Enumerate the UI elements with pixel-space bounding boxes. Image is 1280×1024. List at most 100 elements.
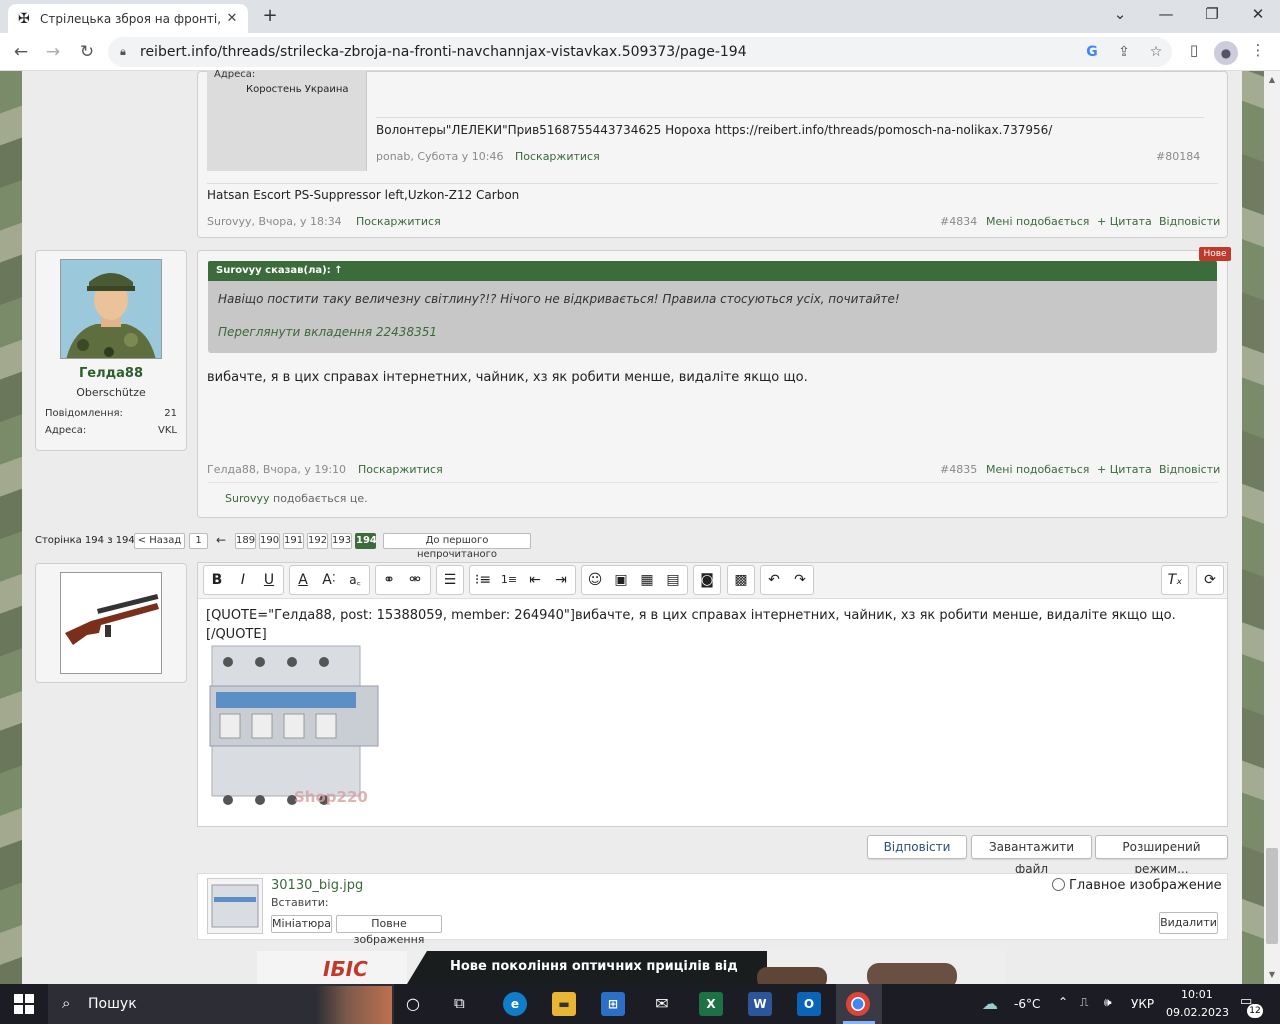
quote-header[interactable]: Surovyy сказав(ла): ↑ xyxy=(208,261,1217,281)
scroll-up-icon[interactable]: ▲ xyxy=(1264,72,1280,88)
user-avatar[interactable] xyxy=(60,259,162,359)
side-panel-icon[interactable]: ▯ xyxy=(1180,41,1208,65)
windows-start-icon[interactable] xyxy=(14,994,34,1014)
insert-full-image-button[interactable]: Повне зображення xyxy=(336,915,442,946)
prev-quote-link[interactable]: + Цитата xyxy=(1097,215,1152,228)
word-icon[interactable]: W xyxy=(748,992,772,1016)
outlook-icon[interactable]: O xyxy=(797,992,821,1016)
delete-attachment-button[interactable]: Видалити xyxy=(1159,912,1218,934)
prev-post-number[interactable]: #4834 xyxy=(940,215,977,228)
menu-dots-icon[interactable]: ⋮ xyxy=(1244,41,1272,65)
indent-icon[interactable]: ⇥ xyxy=(548,566,574,594)
align-left-icon[interactable]: ☰ xyxy=(437,566,463,594)
tab-search-icon[interactable]: ⌄ xyxy=(1100,4,1140,26)
bullet-list-icon[interactable]: ⁝≡ xyxy=(470,566,496,594)
image-icon[interactable]: ▣ xyxy=(608,566,634,594)
task-view-icon[interactable]: ⧉ xyxy=(454,994,465,1012)
tray-chevron-icon[interactable]: ⌃ xyxy=(1058,995,1068,1009)
prev-like-link[interactable]: Мені подобається xyxy=(986,215,1089,228)
reply-link[interactable]: Відповісти xyxy=(1159,463,1220,476)
minimize-button[interactable]: — xyxy=(1146,4,1186,26)
user-name[interactable]: Гелда88 xyxy=(35,366,187,381)
browser-tab[interactable]: ✠ Стрілецька зброя на фронті, на ✕ xyxy=(8,4,248,33)
weather-cloud-icon[interactable]: ☁ xyxy=(982,994,998,1013)
prev-post-author[interactable]: Surovyy, Вчора, у 18:34 xyxy=(207,215,342,228)
maximize-button[interactable]: ❐ xyxy=(1192,4,1232,26)
scrollbar-thumb[interactable] xyxy=(1266,848,1278,944)
page-194-current[interactable]: 194 xyxy=(355,533,377,549)
italic-icon[interactable]: I xyxy=(230,566,256,594)
quote-link[interactable]: + Цитата xyxy=(1097,463,1152,476)
language-indicator[interactable]: УКР xyxy=(1131,997,1154,1011)
camera-icon[interactable]: ◙ xyxy=(694,566,720,594)
smiley-icon[interactable]: ☺ xyxy=(582,566,608,594)
advanced-mode-button[interactable]: Розширений режим... xyxy=(1095,835,1228,876)
mail-icon[interactable]: ✉ xyxy=(650,992,674,1016)
new-tab-button[interactable]: + xyxy=(258,6,282,28)
outdent-icon[interactable]: ⇤ xyxy=(522,566,548,594)
link-icon[interactable]: ⚭ xyxy=(376,566,402,594)
bookmark-star-icon[interactable]: ☆ xyxy=(1140,44,1172,60)
toggle-bbcode-icon[interactable]: ⟳ xyxy=(1197,566,1223,594)
bold-icon[interactable]: B xyxy=(204,566,230,594)
clear-formatting-icon[interactable]: Tₓ xyxy=(1162,566,1188,594)
page-192-button[interactable]: 192 xyxy=(307,533,328,549)
signature-text[interactable]: Волонтеры"ЛЕЛЕКИ"Прив5168755443734625 Но… xyxy=(376,123,1052,137)
edge-icon[interactable]: e xyxy=(503,992,527,1016)
nested-post-number[interactable]: #80184 xyxy=(1156,150,1200,163)
like-link[interactable]: Мені подобається xyxy=(986,463,1089,476)
close-window-button[interactable]: ✕ xyxy=(1238,4,1278,26)
editor-text-line1[interactable]: [QUOTE="Гелда88, post: 15388059, member:… xyxy=(206,608,1216,623)
underline-icon[interactable]: U xyxy=(256,566,282,594)
attachment-filename[interactable]: 30130_big.jpg xyxy=(271,878,363,893)
page-189-button[interactable]: 189 xyxy=(235,533,256,549)
clock-time[interactable]: 10:01 xyxy=(1181,988,1213,1001)
scroll-down-icon[interactable]: ▼ xyxy=(1264,967,1280,983)
profile-avatar-icon[interactable]: ● xyxy=(1214,41,1238,65)
page-jump-icon[interactable]: ← xyxy=(216,533,226,547)
close-tab-icon[interactable]: ✕ xyxy=(224,11,240,26)
url-text[interactable]: reibert.info/threads/strilecka-zbroja-na… xyxy=(140,44,1076,60)
address-bar[interactable]: 🔒︎ reibert.info/threads/strilecka-zbroja… xyxy=(108,37,1172,67)
file-explorer-icon[interactable]: ▬ xyxy=(552,992,576,1016)
ad-banner[interactable]: ІБІС Нове покоління оптичних прицілів ві… xyxy=(257,951,1007,984)
page-190-button[interactable]: 190 xyxy=(259,533,280,549)
code-icon[interactable]: ▤ xyxy=(660,566,686,594)
forward-arrow-icon[interactable]: → xyxy=(40,40,66,64)
editor-text-line2[interactable]: [/QUOTE] xyxy=(206,627,267,642)
store-icon[interactable]: ⊞ xyxy=(601,992,625,1016)
prev-page-button[interactable]: < Назад xyxy=(134,533,185,549)
insert-thumbnail-button[interactable]: Мініатюра xyxy=(271,915,332,933)
attachment-thumbnail[interactable] xyxy=(207,878,263,934)
excel-icon[interactable]: X xyxy=(699,992,723,1016)
prev-reply-link[interactable]: Відповісти xyxy=(1159,215,1220,228)
nested-post-author[interactable]: ponab, Субота у 10:46 xyxy=(376,150,503,163)
post-number[interactable]: #4835 xyxy=(940,463,977,476)
first-unread-button[interactable]: До першого непрочитаного xyxy=(383,533,531,560)
upload-file-button[interactable]: Завантажити файл xyxy=(971,835,1092,876)
nested-report-link[interactable]: Поскаржитися xyxy=(515,150,600,163)
chrome-icon[interactable] xyxy=(846,992,870,1016)
volume-icon[interactable]: 🕪︎ xyxy=(1104,995,1112,1010)
my-avatar[interactable] xyxy=(60,572,162,674)
post-author-date[interactable]: Гелда88, Вчора, у 19:10 xyxy=(207,463,346,476)
share-icon[interactable]: ⇪ xyxy=(1108,44,1140,60)
cortana-icon[interactable]: ○ xyxy=(406,994,420,1013)
media-icon[interactable]: ▦ xyxy=(634,566,660,594)
reload-icon[interactable]: ↻ xyxy=(74,40,100,64)
report-link[interactable]: Поскаржитися xyxy=(358,463,443,476)
font-color-icon[interactable]: A xyxy=(290,566,316,594)
font-size-icon[interactable]: A˸ xyxy=(316,566,342,594)
likes-user-link[interactable]: Surovyy xyxy=(225,492,270,505)
save-draft-icon[interactable]: ▩ xyxy=(728,566,754,594)
view-attachment-link[interactable]: Переглянути вкладення 22438351 xyxy=(218,325,437,339)
clock-date[interactable]: 09.02.2023 xyxy=(1166,1006,1229,1019)
unlink-icon[interactable]: ⚮ xyxy=(402,566,428,594)
weather-temp[interactable]: -6°C xyxy=(1014,997,1040,1011)
network-icon[interactable]: ⎍ xyxy=(1080,995,1088,1010)
main-image-radio[interactable] xyxy=(1052,878,1065,891)
page-193-button[interactable]: 193 xyxy=(331,533,352,549)
messages-value[interactable]: 21 xyxy=(164,408,177,419)
prev-report-link[interactable]: Поскаржитися xyxy=(356,215,441,228)
redo-icon[interactable]: ↷ xyxy=(787,566,813,594)
